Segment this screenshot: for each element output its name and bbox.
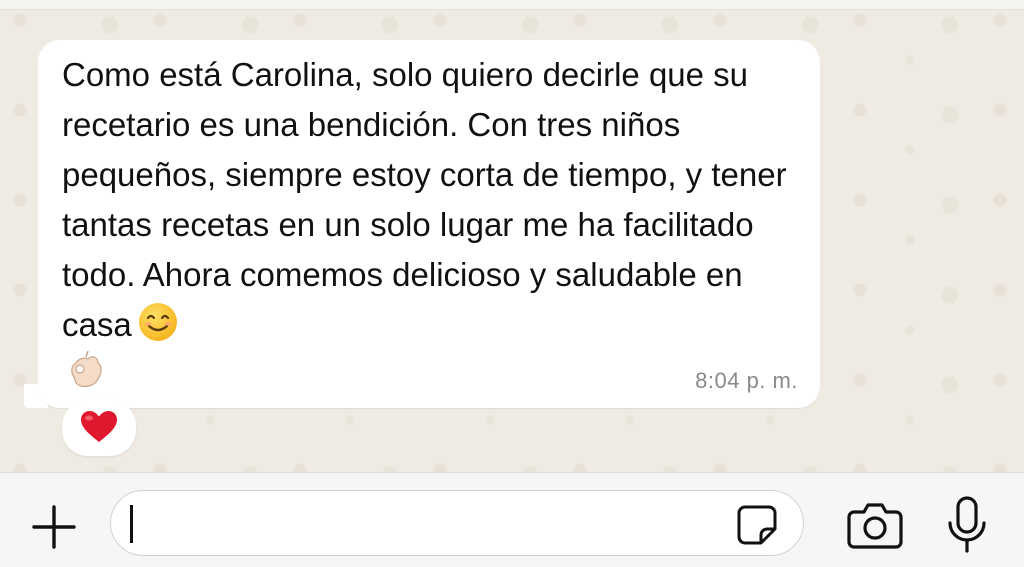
ok-hand-emoji-icon xyxy=(71,350,102,388)
chat-area: Como está Carolina, solo quiero decirle … xyxy=(0,0,1024,472)
plus-icon[interactable] xyxy=(30,503,78,551)
microphone-icon[interactable] xyxy=(944,495,990,555)
message-body: Como está Carolina, solo quiero decirle … xyxy=(62,56,796,343)
sticker-icon[interactable] xyxy=(735,503,779,547)
reaction-badge[interactable] xyxy=(62,400,136,456)
message-text: Como está Carolina, solo quiero decirle … xyxy=(62,50,802,350)
text-caret xyxy=(130,505,133,543)
smiling-face-emoji-icon xyxy=(138,303,177,341)
message-input-field[interactable] xyxy=(110,490,804,557)
message-input[interactable] xyxy=(141,491,705,557)
message-composer xyxy=(0,472,1024,567)
camera-icon[interactable] xyxy=(846,500,904,550)
heart-reaction-icon xyxy=(81,411,117,442)
header-strip xyxy=(0,0,1024,10)
message-timestamp: 8:04 p. m. xyxy=(695,368,798,393)
